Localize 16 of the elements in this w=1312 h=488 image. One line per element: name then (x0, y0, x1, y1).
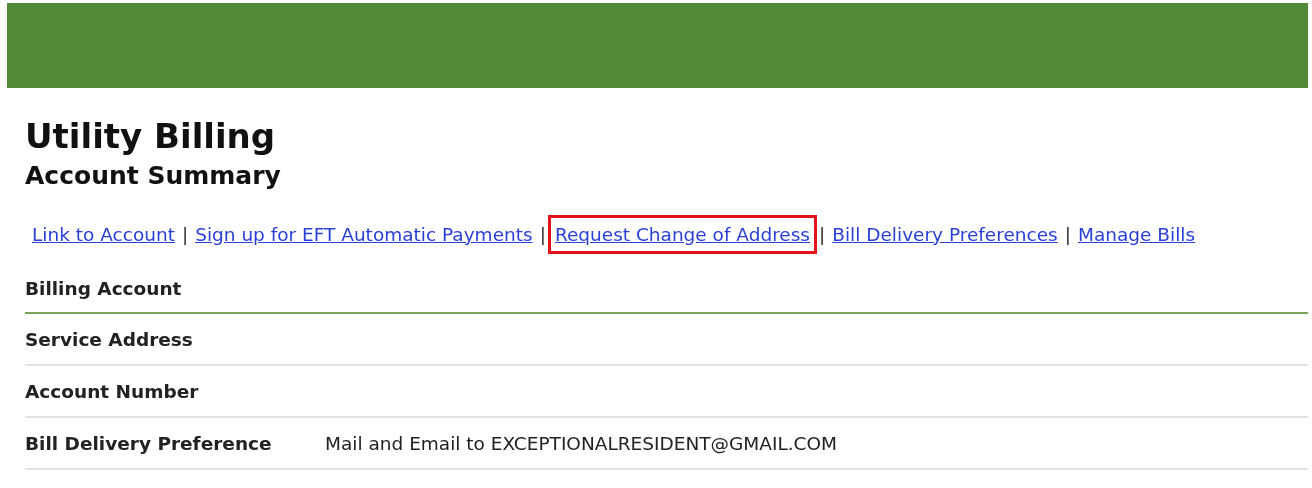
nav-link[interactable]: Sign up for EFT Automatic Payments (190, 214, 538, 254)
link-separator: | (1064, 223, 1071, 245)
field-label: Account Number (25, 380, 200, 402)
page-title: Utility Billing (25, 115, 277, 158)
section-heading: Billing Account (25, 277, 183, 299)
nav-link[interactable]: Bill Delivery Preferences (827, 214, 1063, 254)
nav-link[interactable]: Manage Bills (1072, 214, 1201, 254)
field-value: Mail and Email to EXCEPTIONALRESIDENT@GMAIL.COM (325, 432, 838, 454)
nav-link[interactable]: Request Change of Address (547, 214, 817, 254)
link-separator: | (181, 223, 189, 245)
field-label: Service Address (25, 328, 194, 350)
link-separator: | (819, 223, 826, 245)
nav-link[interactable]: Link to Account (27, 214, 180, 254)
link-separator: | (539, 223, 546, 245)
field-label: Bill Delivery Preference (25, 432, 273, 454)
section-title: Account Summary (25, 160, 282, 192)
